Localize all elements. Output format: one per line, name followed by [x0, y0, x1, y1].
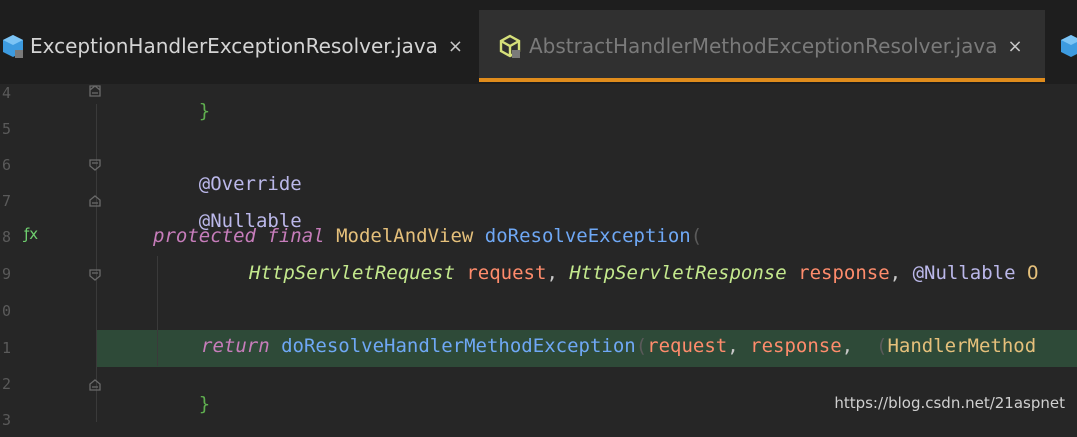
tab-label: AbstractHandlerMethodExceptionResolver.j…: [529, 34, 998, 58]
code-editor[interactable]: 4 5 6 7 8 9 0 1 2 3 ƒx } @Override @Null…: [0, 84, 1077, 429]
watermark: https://blog.csdn.net/21aspnet: [834, 394, 1065, 412]
comma: ,: [841, 335, 854, 357]
arg-name: response: [750, 335, 842, 357]
line-number: 7: [2, 192, 12, 210]
param-name: response: [798, 262, 890, 284]
code-line-9: HttpServletRequest request, HttpServletR…: [249, 262, 1038, 284]
line-number: 1: [2, 339, 12, 357]
indent-guide: [157, 256, 158, 366]
fold-start-icon[interactable]: [88, 268, 102, 282]
method-call: doResolveHandlerMethodException: [281, 335, 636, 357]
tab-abstract-handler-method-resolver[interactable]: AbstractHandlerMethodExceptionResolver.j…: [479, 10, 1045, 82]
java-class-icon: [0, 33, 26, 59]
param-type-truncated: O: [1026, 262, 1039, 284]
param-type: HttpServletResponse: [569, 262, 787, 284]
cast-type: HandlerMethod: [887, 335, 1037, 357]
line-number: 4: [2, 84, 12, 102]
tab-overflow[interactable]: [1052, 10, 1077, 82]
code-line-8: protected final ModelAndView doResolveEx…: [153, 225, 702, 247]
tab-exception-handler-resolver[interactable]: ExceptionHandlerExceptionResolver.java ×: [0, 10, 478, 82]
fold-start-icon[interactable]: [88, 158, 102, 172]
keyword-final: final: [267, 225, 325, 247]
param-name: request: [466, 262, 547, 284]
fold-end-icon[interactable]: [88, 378, 102, 392]
editor-tab-bar: ExceptionHandlerExceptionResolver.java ×…: [0, 0, 1077, 84]
java-class-icon: [1058, 33, 1077, 59]
line-number: 0: [2, 302, 12, 320]
code-line-12: }: [153, 371, 210, 437]
code-line-4: }: [153, 78, 210, 144]
line-number: 5: [2, 120, 12, 138]
line-number: 9: [2, 265, 12, 283]
code-line-11: return doResolveHandlerMethodException(r…: [201, 335, 1036, 357]
annotation-nullable: @Nullable: [912, 262, 1016, 284]
arg-name: request: [647, 335, 728, 357]
comma: ,: [889, 262, 902, 284]
line-number: 8: [2, 228, 12, 246]
override-method-icon[interactable]: ƒx: [24, 225, 38, 243]
tab-label: ExceptionHandlerExceptionResolver.java: [30, 34, 438, 58]
line-number: 3: [2, 411, 12, 429]
comma: ,: [546, 262, 558, 284]
return-type: ModelAndView: [336, 225, 474, 247]
open-paren: (: [635, 335, 648, 357]
closing-brace: }: [198, 393, 211, 415]
close-icon[interactable]: ×: [448, 36, 463, 57]
abstract-class-icon: [497, 33, 523, 59]
active-tab-indicator: [479, 78, 1045, 82]
keyword-protected: protected: [153, 225, 256, 247]
comma: ,: [727, 335, 739, 357]
line-number: 6: [2, 156, 12, 174]
fold-end-icon[interactable]: [88, 84, 102, 98]
cast-paren: (: [876, 335, 888, 357]
indent-guide: [96, 104, 97, 422]
line-number: 2: [2, 375, 12, 393]
method-name: doResolveException: [484, 225, 691, 247]
fold-end-icon[interactable]: [88, 194, 102, 208]
param-type: HttpServletRequest: [249, 262, 455, 284]
closing-brace: }: [198, 100, 211, 122]
keyword-return: return: [201, 335, 270, 357]
close-icon[interactable]: ×: [1007, 36, 1022, 57]
open-paren: (: [690, 225, 703, 247]
